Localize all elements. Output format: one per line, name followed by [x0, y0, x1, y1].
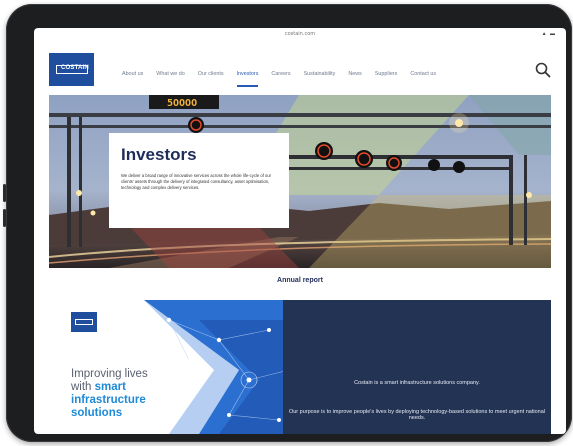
nav-item-careers[interactable]: Careers	[271, 71, 290, 77]
nav-item-news[interactable]: News	[348, 71, 361, 77]
tablet-frame: costain.com ▲ ▬ COSTAIN About us What we…	[3, 4, 572, 442]
costain-logo[interactable]: COSTAIN	[49, 53, 94, 86]
nav-item-contact[interactable]: Contact us	[410, 71, 436, 77]
hero-description: We deliver a broad range of innovative s…	[121, 173, 272, 190]
banner-line-2: with	[71, 381, 95, 393]
main-nav: About us What we do Our clients Investor…	[122, 71, 449, 87]
banner-line-1: Improving lives	[71, 368, 148, 380]
page-title: Investors	[121, 145, 197, 164]
site-header: COSTAIN About us What we do Our clients …	[34, 42, 566, 94]
nav-item-suppliers[interactable]: Suppliers	[375, 71, 397, 77]
search-icon	[535, 62, 551, 78]
hero-text-card: Investors We deliver a broad range of in…	[109, 133, 289, 228]
nav-item-sustainability[interactable]: Sustainability	[304, 71, 336, 77]
nav-item-clients[interactable]: Our clients	[198, 71, 224, 77]
hero-banner: 5OOOO Investors We deliver a broad range…	[49, 95, 551, 268]
search-button[interactable]	[534, 61, 552, 79]
banner-right-panel: Costain is a smart infrastructure soluti…	[283, 300, 551, 434]
device-side-button	[3, 184, 6, 202]
banner-headline: Improving lives with smart infrastructur…	[71, 368, 191, 420]
status-icons: ▲ ▬	[541, 31, 556, 37]
banner-logo	[71, 312, 97, 332]
nav-item-investors[interactable]: Investors	[236, 71, 258, 87]
nav-item-what-we-do[interactable]: What we do	[156, 71, 184, 77]
purpose-statement: Our purpose is to improve people's lives…	[288, 409, 546, 421]
tablet-screen: costain.com ▲ ▬ COSTAIN About us What we…	[34, 28, 566, 434]
svg-text:5OOOO: 5OOOO	[167, 98, 197, 109]
promo-banner: Improving lives with smart infrastructur…	[49, 300, 551, 434]
device-side-button	[3, 209, 6, 227]
address-url[interactable]: costain.com	[34, 31, 566, 37]
logo-text: COSTAIN	[61, 65, 89, 71]
banner-left-panel: Improving lives with smart infrastructur…	[49, 300, 299, 434]
nav-item-about[interactable]: About us	[122, 71, 143, 77]
company-statement: Costain is a smart infrastructure soluti…	[354, 380, 480, 386]
browser-status-bar: costain.com ▲ ▬	[34, 28, 566, 42]
annual-report-link[interactable]: Annual report	[34, 277, 566, 284]
